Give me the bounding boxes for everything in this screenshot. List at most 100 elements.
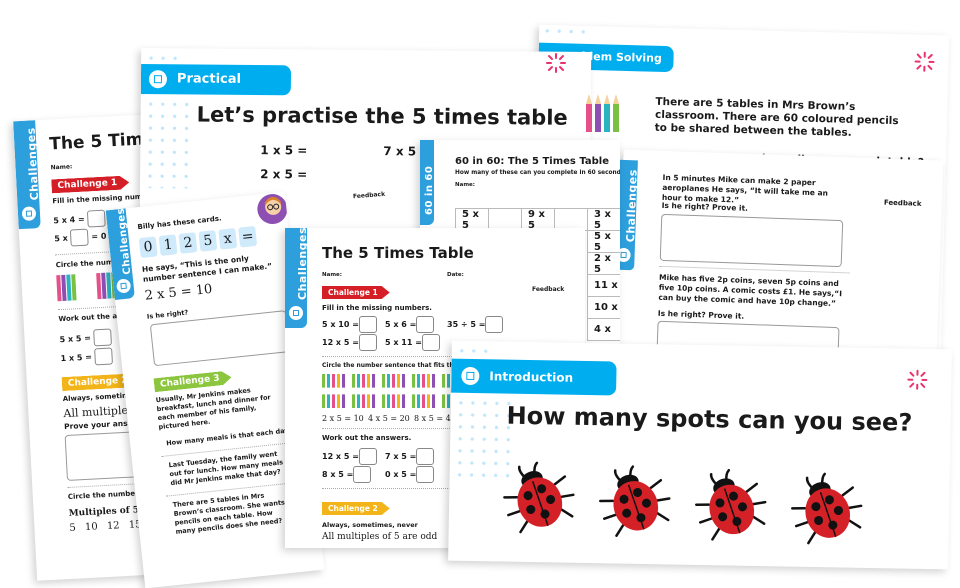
equation: 12 x 5 = [322, 334, 377, 351]
equation-text: 1 x 5 = [60, 353, 92, 364]
equation: 5 x = 0 [54, 228, 107, 248]
answer-box[interactable] [359, 316, 377, 333]
equation: 0 x 5 = [385, 466, 434, 483]
number-card: 5 [198, 230, 217, 252]
multiples-title: Multiples of 5 [68, 505, 139, 519]
fill-label: Fill in the missing numbers. [322, 304, 432, 312]
sparkle-icon [545, 52, 567, 74]
practical-header-label: Practical [177, 71, 241, 87]
equation: 5 x 6 = [385, 316, 434, 333]
number[interactable]: 12 [107, 520, 120, 532]
prove-label: Is he right? Prove it. [662, 201, 749, 213]
number[interactable]: 10 [85, 521, 98, 533]
calculator-icon [22, 206, 37, 221]
number-sentence[interactable]: 4 x 5 = 20 [368, 414, 410, 423]
answer-box[interactable] [359, 334, 377, 351]
c3-text: Usually, Mr Jenkins makes breakfast, lun… [155, 384, 273, 432]
problem-text-1: There are 5 tables in Mrs Brown’s classr… [655, 96, 911, 142]
ladybird-icon [594, 463, 676, 554]
answer-box[interactable] [416, 316, 434, 333]
answer-box[interactable] [87, 210, 106, 228]
circle-numbers-label: Circle the numbers [68, 489, 143, 501]
question-cell: 2 x 5 [587, 252, 620, 275]
equation-text: 5 x 10 = [322, 320, 359, 329]
challenges-side-tab[interactable]: Challenges [285, 228, 307, 328]
calculator-icon [461, 367, 479, 385]
question-cell: 3 x 5 [587, 208, 620, 231]
equation-text: 5 x 6 = [385, 320, 416, 329]
answer-box[interactable] [485, 316, 503, 333]
ladybird-row [498, 460, 920, 567]
ladybird-icon [690, 467, 772, 558]
sheet-title: The 5 Times Table [322, 244, 474, 262]
challenges-tab-label: Challenges [24, 127, 41, 201]
worksheet-collage: { "colors": {"blue_tab": "#2d9fdc", "hea… [0, 0, 960, 540]
challenge-1-ribbon: Challenge 1 [51, 175, 129, 193]
feedback-label: Feedback [532, 286, 564, 293]
answer-box[interactable] [353, 466, 371, 483]
name-label: Name: [455, 182, 475, 188]
is-he-right: Is he right? [147, 308, 189, 320]
introduction-title: How many spots can you see? [506, 402, 912, 437]
billy-sentence: 2 x 5 = 10 [144, 282, 213, 304]
answer-box[interactable] [416, 448, 434, 465]
sixty-tab-label: 60 in 60 [424, 166, 435, 215]
equation: 5 x 4 = [53, 210, 106, 230]
answer-area[interactable] [150, 310, 291, 366]
sparkle-icon [906, 369, 928, 391]
equation: 5 x 5 = [59, 328, 112, 348]
sixty-title: 60 in 60: The 5 Times Table [455, 156, 609, 167]
question-cell: 11 x [587, 274, 620, 297]
sixty-side-tab[interactable]: 60 in 60 [420, 140, 434, 225]
always-label: Always, sometimes, never [322, 521, 418, 529]
name-label: Name: [50, 163, 72, 171]
number[interactable]: 5 [69, 523, 76, 534]
prove-label: Is he right? Prove it. [658, 309, 745, 321]
question-cell: 10 x [587, 296, 620, 319]
introduction-header: Introduction [451, 359, 617, 396]
dot-pattern [144, 98, 195, 188]
answer-box[interactable] [70, 229, 89, 247]
equation-text: 5 x 11 = [385, 338, 422, 347]
number-card: 2 [178, 232, 197, 254]
practical-header: Practical [141, 64, 291, 95]
equation-text: 35 ÷ 5 = [447, 320, 485, 329]
billy-quote: He says, “This is the only number senten… [142, 251, 273, 284]
calculator-icon [289, 306, 303, 320]
number-cards: 0125x= [139, 225, 261, 258]
equation: 1 x 5 = [60, 347, 113, 367]
answer-box[interactable] [94, 347, 113, 365]
answer-box[interactable] [422, 334, 440, 351]
answer-box[interactable] [93, 328, 112, 346]
pencils-icon [583, 92, 628, 132]
equation-text: 12 x 5 = [322, 452, 359, 461]
challenges-tab-label: Challenges [296, 228, 309, 300]
number-sentence[interactable]: 8 x 5 = 40 [414, 414, 456, 423]
sparkle-icon [913, 51, 936, 74]
divider [660, 266, 850, 274]
date-label: Date: [447, 272, 464, 278]
equation-text: 5 x [54, 234, 68, 244]
circle-label: Circle the number sentence that fits thi… [322, 362, 459, 369]
calculator-icon [149, 70, 167, 88]
coloured-pencils-image [583, 92, 628, 132]
sixty-subtitle: How many of these can you complete in 60… [455, 170, 620, 176]
number-card: 0 [139, 236, 158, 258]
ladybird-icon [498, 460, 580, 551]
equation: 5 x 11 = [385, 334, 440, 351]
number-sentence[interactable]: 2 x 5 = 10 [322, 414, 364, 423]
challenges-side-tab[interactable]: Challenges [13, 120, 41, 229]
equation: 5 x 10 = [322, 316, 377, 333]
answer-box[interactable] [359, 448, 377, 465]
divider [322, 488, 452, 489]
equation: 35 ÷ 5 = [447, 316, 503, 333]
answer-box[interactable] [416, 466, 434, 483]
c3-question: There are 5 tables in Mrs Brown’s classr… [172, 489, 295, 537]
equation: 8 x 5 = [322, 466, 371, 483]
question-cell: 4 x [587, 318, 620, 341]
equation-text: 5 x 4 = [53, 215, 85, 226]
challenge-1-ribbon: Challenge 1 [322, 286, 390, 299]
number-card: = [238, 226, 257, 248]
feedback-label: Feedback [353, 191, 386, 201]
answer-area[interactable] [660, 214, 844, 267]
